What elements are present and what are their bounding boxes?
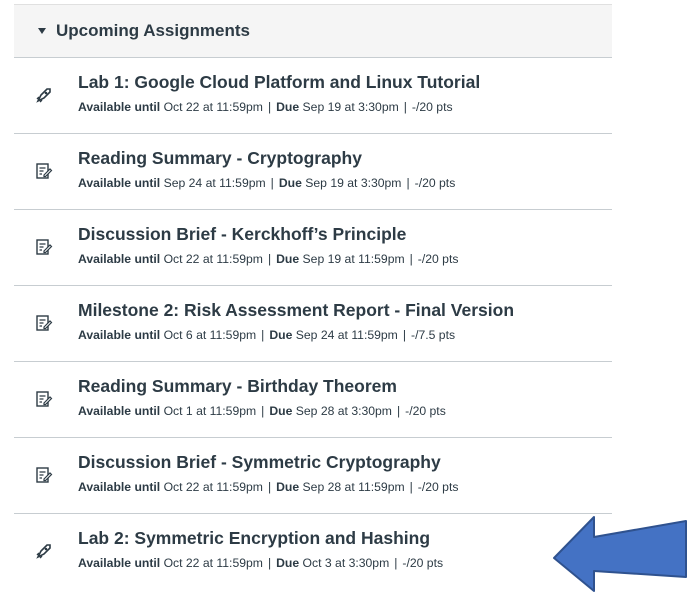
separator: | <box>396 404 401 418</box>
points: -/20 pts <box>402 556 444 570</box>
available-label: Available until <box>78 252 161 266</box>
assignment-icon <box>35 390 53 408</box>
due-date: Sep 19 at 3:30pm <box>305 176 402 190</box>
separator: | <box>409 480 413 494</box>
assignment-meta: Available until Oct 6 at 11:59pm | Due Sep… <box>78 328 455 342</box>
due-date: Sep 28 at 3:30pm <box>295 404 392 418</box>
available-label: Available until <box>78 480 161 494</box>
points: -/20 pts <box>411 100 453 114</box>
due-label: Due <box>269 404 293 418</box>
upcoming-assignments-panel: Upcoming Assignments Lab 1: Google Cloud… <box>14 4 612 590</box>
assignment-list: Lab 1: Google Cloud Platform and Linux T… <box>14 58 612 590</box>
due-label: Due <box>278 176 302 190</box>
available-date: Oct 22 at 11:59pm <box>163 480 263 494</box>
caret-down-icon[interactable] <box>38 28 46 34</box>
available-date: Oct 22 at 11:59pm <box>163 556 263 570</box>
section-header[interactable]: Upcoming Assignments <box>14 4 612 58</box>
assignment-row[interactable]: Milestone 2: Risk Assessment Report - Fi… <box>14 286 612 362</box>
separator: | <box>267 100 272 114</box>
separator: | <box>403 100 407 114</box>
separator: | <box>267 252 272 266</box>
due-label: Due <box>269 328 293 342</box>
assignment-row[interactable]: Lab 2: Symmetric Encryption and Hashing … <box>14 514 612 590</box>
separator: | <box>394 556 398 570</box>
assignment-meta: Available until Oct 22 at 11:59pm | Due Oc… <box>78 556 443 570</box>
due-date: Oct 3 at 3:30pm <box>302 556 390 570</box>
rocket-icon <box>35 86 53 104</box>
separator: | <box>267 480 272 494</box>
separator: | <box>270 176 274 190</box>
due-label: Due <box>276 252 300 266</box>
due-label: Due <box>276 556 300 570</box>
points: -/20 pts <box>417 480 459 494</box>
assignment-meta: Available until Oct 22 at 11:59pm | Due Se… <box>78 100 453 114</box>
separator: | <box>406 176 410 190</box>
assignment-title-link[interactable]: Reading Summary - Cryptography <box>78 148 362 169</box>
available-date: Oct 1 at 11:59pm <box>163 404 257 418</box>
assignment-icon <box>35 314 53 332</box>
assignment-meta: Available until Oct 1 at 11:59pm | Due Sep… <box>78 404 446 418</box>
due-date: Sep 28 at 11:59pm <box>302 480 405 494</box>
assignment-meta: Available until Oct 22 at 11:59pm | Due Se… <box>78 480 458 494</box>
assignment-icon <box>35 466 53 484</box>
due-date: Sep 24 at 11:59pm <box>295 328 398 342</box>
section-title: Upcoming Assignments <box>56 21 250 40</box>
available-label: Available until <box>78 176 161 190</box>
rocket-icon <box>35 542 53 560</box>
pointer-arrow-annotation <box>553 516 687 592</box>
available-label: Available until <box>78 404 161 418</box>
assignment-row[interactable]: Reading Summary - Cryptography Available… <box>14 134 612 210</box>
available-label: Available until <box>78 328 161 342</box>
assignment-title-link[interactable]: Discussion Brief - Symmetric Cryptograph… <box>78 452 441 473</box>
assignment-title-link[interactable]: Lab 2: Symmetric Encryption and Hashing <box>78 528 430 549</box>
assignment-title-link[interactable]: Discussion Brief - Kerckhoff’s Principle <box>78 224 406 245</box>
available-label: Available until <box>78 100 161 114</box>
points: -/7.5 pts <box>411 328 456 342</box>
available-date: Sep 24 at 11:59pm <box>163 176 266 190</box>
assignment-row[interactable]: Lab 1: Google Cloud Platform and Linux T… <box>14 58 612 134</box>
separator: | <box>409 252 413 266</box>
due-date: Sep 19 at 3:30pm <box>302 100 399 114</box>
assignment-row[interactable]: Reading Summary - Birthday Theorem Avail… <box>14 362 612 438</box>
assignment-row[interactable]: Discussion Brief - Symmetric Cryptograph… <box>14 438 612 514</box>
assignment-title-link[interactable]: Reading Summary - Birthday Theorem <box>78 376 397 397</box>
available-date: Oct 22 at 11:59pm <box>163 100 263 114</box>
assignment-title-link[interactable]: Milestone 2: Risk Assessment Report - Fi… <box>78 300 514 321</box>
assignment-row[interactable]: Discussion Brief - Kerckhoff’s Principle… <box>14 210 612 286</box>
due-label: Due <box>276 480 300 494</box>
due-date: Sep 19 at 11:59pm <box>302 252 405 266</box>
available-date: Oct 6 at 11:59pm <box>163 328 257 342</box>
assignment-icon <box>35 162 53 180</box>
separator: | <box>267 556 272 570</box>
assignment-title-link[interactable]: Lab 1: Google Cloud Platform and Linux T… <box>78 72 480 93</box>
separator: | <box>261 404 265 418</box>
assignment-meta: Available until Oct 22 at 11:59pm | Due Se… <box>78 252 458 266</box>
points: -/20 pts <box>414 176 456 190</box>
points: -/20 pts <box>405 404 446 418</box>
available-label: Available until <box>78 556 161 570</box>
assignment-icon <box>35 238 53 256</box>
separator: | <box>402 328 407 342</box>
assignment-meta: Available until Sep 24 at 11:59pm | Due Se… <box>78 176 455 190</box>
separator: | <box>261 328 265 342</box>
due-label: Due <box>276 100 300 114</box>
points: -/20 pts <box>417 252 459 266</box>
available-date: Oct 22 at 11:59pm <box>163 252 263 266</box>
